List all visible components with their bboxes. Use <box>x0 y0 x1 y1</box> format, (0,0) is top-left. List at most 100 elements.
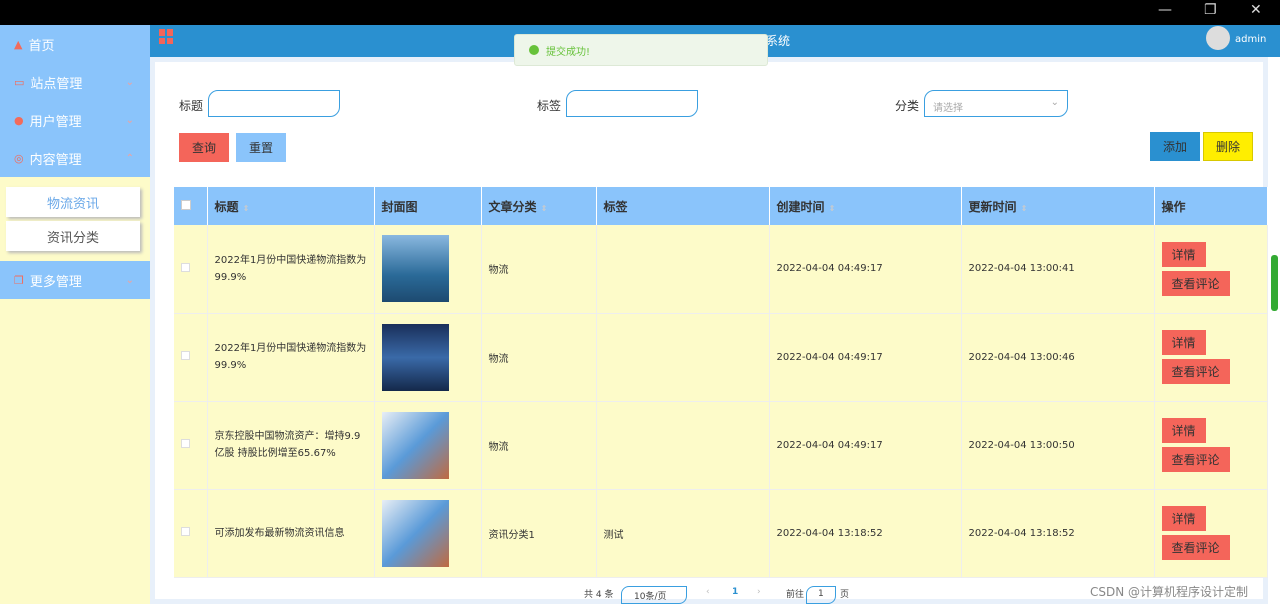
chevron-down-icon: ⌄ <box>1050 97 1059 108</box>
sort-icon[interactable]: ⇕ <box>1021 204 1028 213</box>
minimize-button[interactable]: — <box>1158 2 1172 18</box>
delete-button[interactable]: 删除 <box>1203 132 1253 161</box>
restore-button[interactable]: ❐ <box>1204 2 1217 18</box>
table-row: 2022年1月份中国快递物流指数为99.9% 物流 2022-04-04 04:… <box>174 313 1268 402</box>
check-circle-icon <box>529 45 539 55</box>
tag-input[interactable] <box>566 90 698 117</box>
label: 首页 <box>28 38 55 54</box>
label: 更多管理 <box>29 274 82 290</box>
cell-updated: 2022-04-04 13:00:50 <box>961 401 1155 490</box>
sidebar-sub-news[interactable]: 物流资讯 <box>6 187 140 217</box>
cell-title: 可添加发布最新物流资讯信息 <box>207 489 375 578</box>
sort-icon[interactable]: ⇕ <box>243 204 250 213</box>
page-suffix: 页 <box>840 590 850 600</box>
cell-tag: 测试 <box>596 489 770 578</box>
avatar[interactable] <box>1206 26 1230 50</box>
col-actions: 操作 <box>1154 187 1268 225</box>
more-icon: ❐ <box>14 273 24 287</box>
category-select[interactable]: 请选择 ⌄ <box>924 90 1068 117</box>
detail-button[interactable]: 详情 <box>1161 330 1206 355</box>
reset-button[interactable]: 重置 <box>236 133 286 162</box>
content-panel: 标题 标签 分类 请选择 ⌄ 查询 重置 添加 删除 标题 ⇕ 封面图 文章分类 … <box>155 62 1268 599</box>
detail-button[interactable]: 详情 <box>1161 506 1206 531</box>
news-table: 标题 ⇕ 封面图 文章分类 ⇕ 标签 创建时间 ⇕ 更新时间 ⇕ 操作 2022… <box>174 187 1268 578</box>
success-toast: 提交成功! <box>514 34 768 66</box>
title-input[interactable] <box>208 90 340 117</box>
label: 站点管理 <box>30 76 83 92</box>
view-comments-button[interactable]: 查看评论 <box>1161 535 1230 560</box>
cell-category: 资讯分类1 <box>481 489 597 578</box>
view-comments-button[interactable]: 查看评论 <box>1161 270 1230 296</box>
goto-label: 前往 <box>786 590 805 600</box>
cell-tag <box>596 225 770 314</box>
page-size-select[interactable]: 10条/页 <box>621 586 687 604</box>
close-button[interactable]: ✕ <box>1250 2 1262 18</box>
cell-category: 物流 <box>481 401 597 490</box>
col-title[interactable]: 标题 ⇕ <box>207 187 375 225</box>
pager-total: 共 4 条 <box>584 590 614 600</box>
label: 内容管理 <box>29 152 82 168</box>
chevron-down-icon: ⌄ <box>125 274 134 286</box>
table-row: 可添加发布最新物流资讯信息 资讯分类1 测试 2022-04-04 13:18:… <box>174 489 1268 578</box>
placeholder: 请选择 <box>933 103 963 114</box>
header-label: 标题 <box>214 199 239 214</box>
prev-page-button[interactable]: ‹ <box>706 587 710 597</box>
sidebar-item-home[interactable]: ▲ 首页 <box>0 25 150 63</box>
detail-button[interactable]: 详情 <box>1161 418 1206 443</box>
chevron-down-icon: ⌄ <box>125 114 134 126</box>
row-checkbox[interactable] <box>181 527 190 536</box>
menu-grid-icon[interactable] <box>159 29 174 44</box>
category-label: 分类 <box>895 99 920 113</box>
sidebar-item-more[interactable]: ❐ 更多管理 ⌄ <box>0 261 150 299</box>
query-button[interactable]: 查询 <box>179 133 229 162</box>
page-1[interactable]: 1 <box>732 587 738 597</box>
cell-tag <box>596 401 770 490</box>
title-label: 标题 <box>179 99 204 113</box>
cover-image[interactable] <box>381 499 449 567</box>
header-label: 文章分类 <box>488 199 537 214</box>
cell-title: 京东控股中国物流资产：增持9.9亿股 持股比例增至65.67% <box>207 401 375 490</box>
scrollbar[interactable] <box>1271 255 1278 311</box>
cell-category: 物流 <box>481 225 597 314</box>
next-page-button[interactable]: › <box>757 587 761 597</box>
goto-input[interactable]: 1 <box>806 586 836 604</box>
table-row: 2022年1月份中国快递物流指数为99.9% 物流 2022-04-04 04:… <box>174 225 1268 314</box>
header-label: 更新时间 <box>968 199 1017 214</box>
watermark: CSDN @计算机程序设计定制 <box>1090 585 1249 599</box>
select-all-checkbox[interactable] <box>181 200 191 210</box>
sidebar-item-content[interactable]: ◎ 内容管理 ⌃ <box>0 139 150 177</box>
view-comments-button[interactable]: 查看评论 <box>1161 447 1230 472</box>
sort-icon[interactable]: ⇕ <box>829 204 836 213</box>
home-icon: ▲ <box>14 37 23 51</box>
col-cover: 封面图 <box>374 187 482 225</box>
view-comments-button[interactable]: 查看评论 <box>1161 359 1230 384</box>
add-button[interactable]: 添加 <box>1150 132 1200 161</box>
cover-image[interactable] <box>381 411 449 479</box>
row-checkbox[interactable] <box>181 262 190 272</box>
sort-icon[interactable]: ⇕ <box>541 204 548 213</box>
cell-created: 2022-04-04 13:18:52 <box>769 489 962 578</box>
row-checkbox[interactable] <box>181 351 190 360</box>
tag-label: 标签 <box>537 99 562 113</box>
cell-tag <box>596 313 770 402</box>
row-checkbox[interactable] <box>181 439 190 448</box>
cover-image[interactable] <box>381 235 449 303</box>
detail-button[interactable]: 详情 <box>1161 241 1206 267</box>
content-icon: ◎ <box>14 151 24 165</box>
cell-updated: 2022-04-04 13:00:41 <box>961 225 1155 314</box>
col-category[interactable]: 文章分类 ⇕ <box>481 187 597 225</box>
sidebar-item-site[interactable]: ▭ 站点管理 ⌄ <box>0 63 150 101</box>
header-label: 创建时间 <box>776 199 825 214</box>
cell-updated: 2022-04-04 13:00:46 <box>961 313 1155 402</box>
cell-created: 2022-04-04 04:49:17 <box>769 401 962 490</box>
label: 用户管理 <box>29 114 82 130</box>
col-updated[interactable]: 更新时间 ⇕ <box>961 187 1155 225</box>
sidebar-item-user[interactable]: ● 用户管理 ⌄ <box>0 101 150 139</box>
cover-image[interactable] <box>381 323 449 391</box>
cell-updated: 2022-04-04 13:18:52 <box>961 489 1155 578</box>
sidebar-sub-category[interactable]: 资讯分类 <box>6 221 140 251</box>
username[interactable]: admin <box>1235 34 1266 45</box>
col-created[interactable]: 创建时间 ⇕ <box>769 187 962 225</box>
cell-created: 2022-04-04 04:49:17 <box>769 225 962 314</box>
toast-message: 提交成功! <box>546 46 591 58</box>
